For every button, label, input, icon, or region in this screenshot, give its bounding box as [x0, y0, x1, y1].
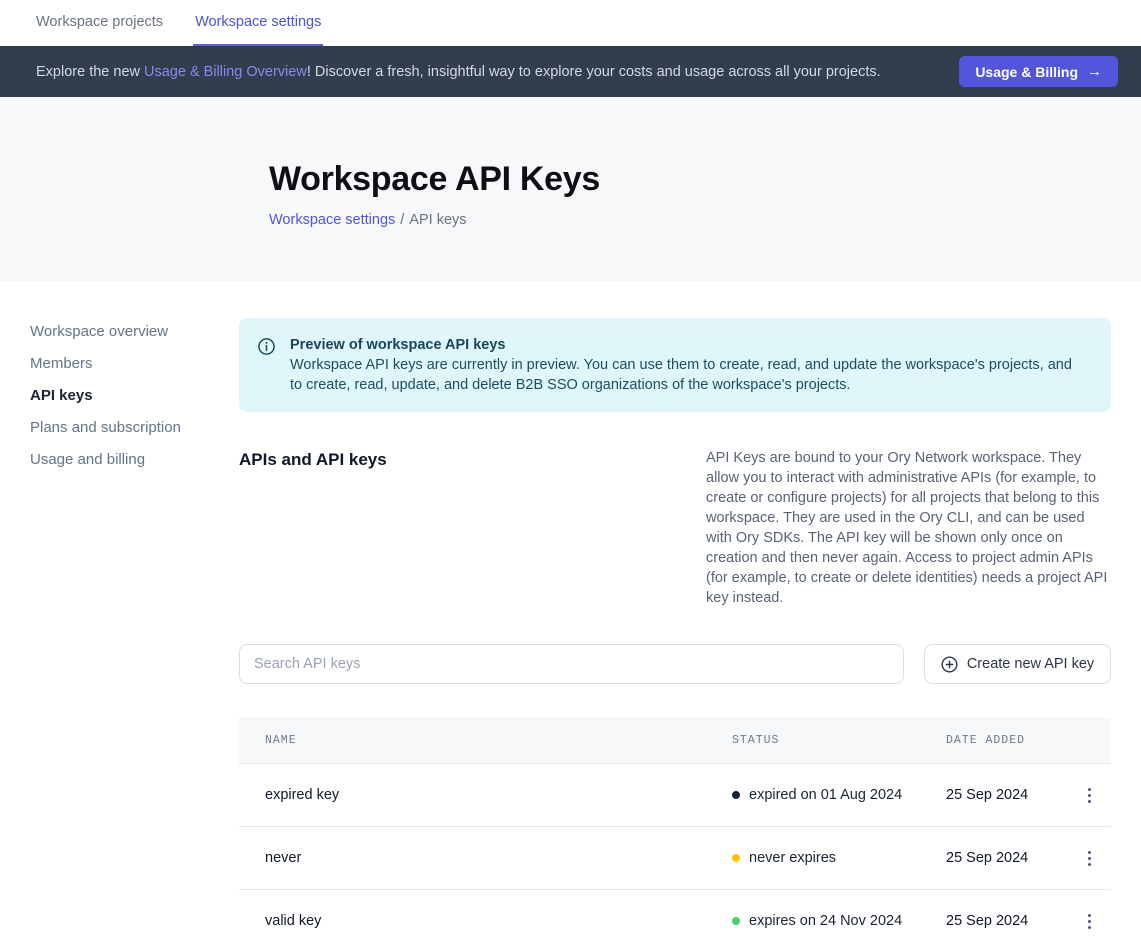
settings-sidebar: Workspace overview Members API keys Plan… [0, 281, 239, 940]
breadcrumb-separator: / [400, 212, 404, 228]
top-tab-bar: Workspace projects Workspace settings [0, 0, 1141, 46]
api-key-status: expires on 24 Nov 2024 [732, 913, 942, 929]
content-column: Preview of workspace API keys Workspace … [239, 281, 1111, 940]
page-title: Workspace API Keys [269, 160, 1111, 199]
api-key-status: never expires [732, 850, 942, 866]
tab-workspace-settings[interactable]: Workspace settings [193, 0, 323, 46]
table-row: never never expires 25 Sep 2024 [239, 827, 1111, 890]
column-header-date-added: DATE ADDED [942, 734, 1075, 747]
api-key-date-added: 25 Sep 2024 [942, 850, 1075, 866]
section-heading: APIs and API keys [239, 448, 706, 608]
sidebar-item-members[interactable]: Members [30, 347, 239, 379]
alert-body: Workspace API keys are currently in prev… [290, 355, 1087, 395]
search-input[interactable] [239, 644, 904, 684]
usage-billing-button[interactable]: Usage & Billing → [959, 56, 1118, 87]
row-actions-kebab-icon[interactable] [1075, 844, 1103, 872]
sidebar-item-plans-and-subscription[interactable]: Plans and subscription [30, 411, 239, 443]
row-actions-kebab-icon[interactable] [1075, 781, 1103, 809]
column-header-name: NAME [265, 734, 732, 747]
page-header: Workspace API Keys Workspace settings / AP… [0, 97, 1141, 281]
info-icon [257, 337, 276, 395]
sidebar-item-usage-and-billing[interactable]: Usage and billing [30, 443, 239, 475]
api-key-date-added: 25 Sep 2024 [942, 787, 1075, 803]
banner-message: Explore the new Usage & Billing Overview… [36, 64, 959, 80]
table-row: expired key expired on 01 Aug 2024 25 Se… [239, 764, 1111, 827]
main-area: Workspace overview Members API keys Plan… [0, 281, 1141, 940]
breadcrumb-workspace-settings-link[interactable]: Workspace settings [269, 212, 395, 228]
arrow-right-icon: → [1087, 63, 1102, 80]
alert-content: Preview of workspace API keys Workspace … [290, 335, 1087, 395]
workspace-api-keys-page: Workspace projects Workspace settings Ex… [0, 0, 1141, 940]
status-label: expires on 24 Nov 2024 [749, 913, 902, 929]
usage-billing-button-label: Usage & Billing [975, 64, 1078, 80]
api-key-status: expired on 01 Aug 2024 [732, 787, 942, 803]
table-header-row: NAME STATUS DATE ADDED [239, 717, 1111, 764]
apis-section: APIs and API keys API Keys are bound to … [239, 448, 1111, 608]
plus-circle-icon [941, 656, 958, 673]
create-api-key-label: Create new API key [967, 656, 1094, 672]
create-api-key-button[interactable]: Create new API key [924, 644, 1111, 684]
status-dot [732, 917, 740, 925]
usage-billing-banner: Explore the new Usage & Billing Overview… [0, 46, 1141, 97]
sidebar-item-api-keys[interactable]: API keys [30, 379, 239, 411]
banner-text-before: Explore the new [36, 64, 144, 80]
tab-workspace-projects[interactable]: Workspace projects [34, 0, 165, 46]
api-key-date-added: 25 Sep 2024 [942, 913, 1075, 929]
row-actions-kebab-icon[interactable] [1075, 907, 1103, 935]
api-key-name: never [265, 850, 732, 866]
banner-text-after: ! Discover a fresh, insightful way to ex… [307, 64, 881, 80]
api-keys-table: NAME STATUS DATE ADDED expired key expir… [239, 717, 1111, 940]
alert-title: Preview of workspace API keys [290, 335, 1087, 355]
section-description: API Keys are bound to your Ory Network w… [706, 448, 1111, 608]
sidebar-item-workspace-overview[interactable]: Workspace overview [30, 315, 239, 347]
column-header-status: STATUS [732, 734, 942, 747]
api-key-name: valid key [265, 913, 732, 929]
table-row: valid key expires on 24 Nov 2024 25 Sep … [239, 890, 1111, 940]
breadcrumb: Workspace settings / API keys [269, 212, 1111, 228]
usage-billing-overview-link[interactable]: Usage & Billing Overview [144, 64, 307, 80]
api-key-name: expired key [265, 787, 732, 803]
status-dot [732, 791, 740, 799]
status-label: never expires [749, 850, 836, 866]
api-keys-toolbar: Create new API key [239, 644, 1111, 684]
preview-alert: Preview of workspace API keys Workspace … [239, 318, 1111, 412]
status-dot [732, 854, 740, 862]
status-label: expired on 01 Aug 2024 [749, 787, 902, 803]
breadcrumb-current: API keys [409, 212, 466, 228]
